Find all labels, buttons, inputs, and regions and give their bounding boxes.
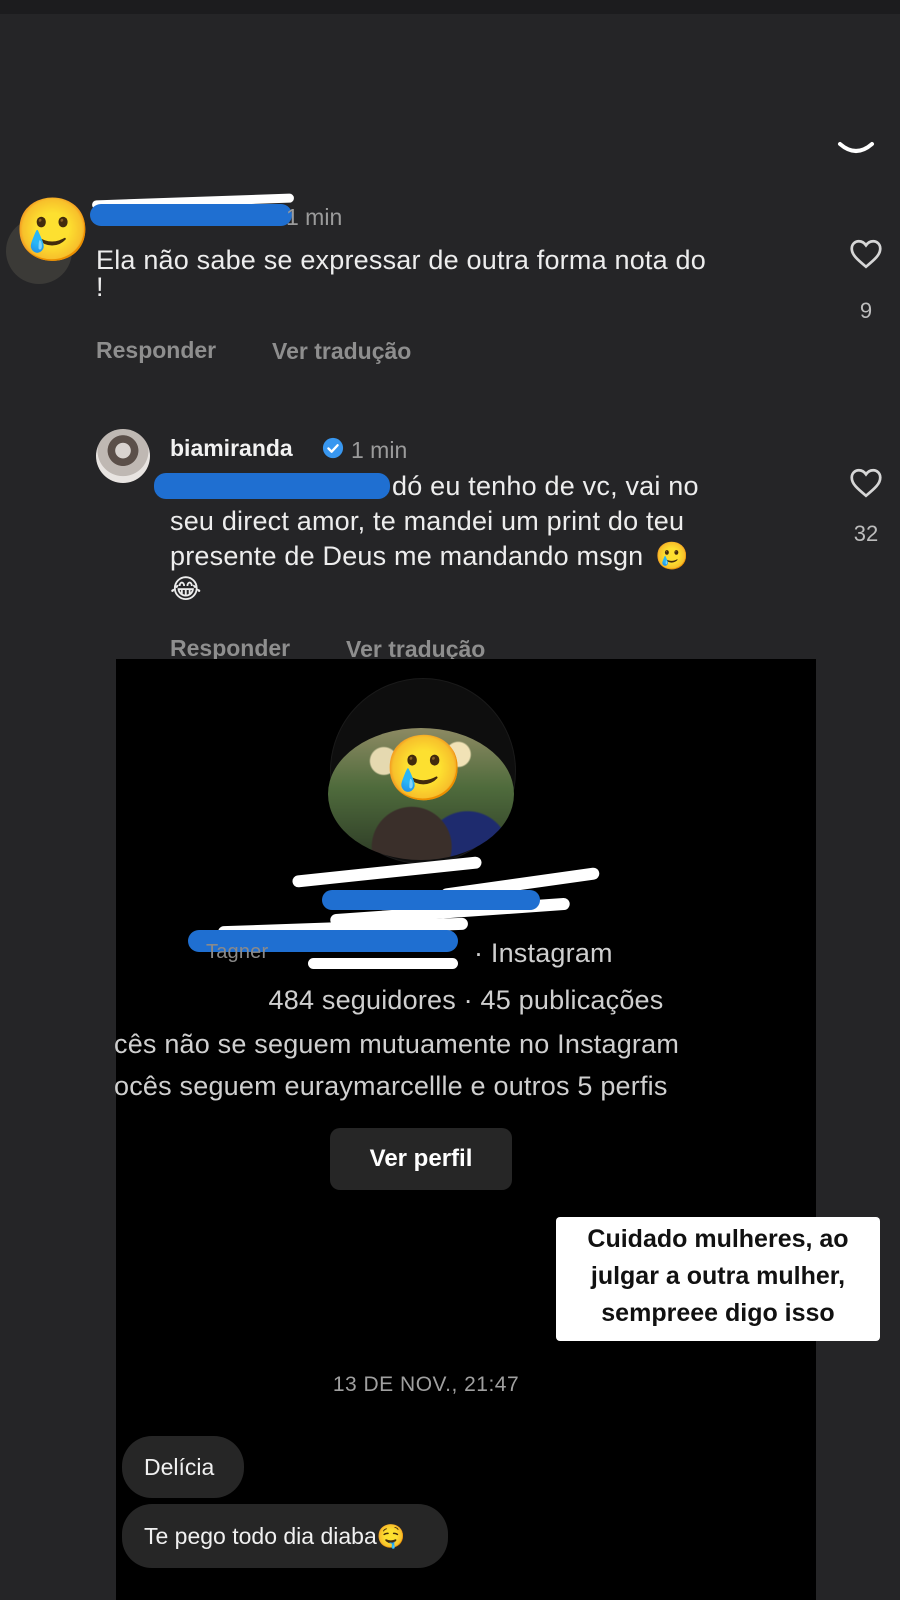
crying-smile-emoji: 🥲 [655, 541, 689, 571]
reply-text-line-3: presente de Deus me mandando msgn 🥲 [170, 540, 810, 573]
sticker-line: julgar a outra mulher, [590, 1262, 846, 1290]
reply-text-line: presente de Deus me mandando msgn [170, 541, 644, 571]
sticker-line: Cuidado mulheres, ao [587, 1225, 849, 1253]
redacted-username [90, 204, 292, 226]
message-bubble: Delícia [122, 1436, 244, 1498]
reply-button[interactable]: Responder [170, 635, 290, 662]
sticker-line: sempreee digo isso [601, 1299, 835, 1327]
comment-time: 1 min [351, 437, 408, 463]
heart-outline-icon[interactable] [848, 236, 884, 272]
laughing-emoji: 😂 [170, 574, 202, 604]
profile-stats: 484 seguidores · 45 publicações [268, 985, 664, 1015]
message-text: Te pego todo dia diaba🤤 [144, 1522, 406, 1549]
redacted-name [322, 890, 540, 910]
comment-text: Ela não sabe se expressar de outra forma… [96, 244, 816, 304]
message-timestamp: 13 DE NOV., 21:47 [332, 1373, 520, 1396]
username[interactable]: biamiranda [170, 435, 293, 462]
followed-by-text: ocês seguem euraymarcellle e outros 5 pe… [114, 1071, 668, 1101]
top-bar [0, 0, 900, 14]
reply-text: dó eu tenho de vc, vai no seu direct amo… [170, 470, 810, 606]
translate-button[interactable]: Ver tradução [272, 338, 411, 365]
reply-text-line: seu direct amor, te mandei um print do t… [170, 506, 685, 536]
mutual-follow-text: cês não se seguem mutuamente no Instagra… [114, 1029, 680, 1059]
like-count: 9 [859, 298, 873, 323]
instagram-label: · Instagram [474, 938, 613, 968]
heart-outline-icon[interactable] [848, 465, 884, 501]
emoji-sticker: 🥲 [14, 196, 92, 265]
biamiranda-avatar[interactable] [96, 429, 150, 483]
comment-time: 1 min [286, 204, 343, 230]
message-bubble: Te pego todo dia diaba🤤 [122, 1504, 448, 1568]
story-text-sticker: Cuidado mulheres, ao julgar a outra mulh… [556, 1217, 880, 1341]
like-count: 32 [853, 521, 879, 546]
view-profile-button[interactable]: Ver perfil [330, 1128, 512, 1190]
reply-button[interactable]: Responder [96, 337, 216, 364]
comment-1: 🥲 1 min Ela não sabe se expressar de out… [0, 180, 900, 370]
reply-text-line: dó eu tenho de vc, vai no [392, 471, 699, 501]
message-text: Delícia [144, 1453, 215, 1480]
comment-2: biamiranda 1 min dó eu tenho de vc, vai … [0, 425, 900, 665]
emoji-sticker: 🥲 [384, 732, 464, 804]
verified-badge-icon [322, 437, 344, 459]
chevron-down-icon[interactable] [836, 136, 876, 158]
redaction-scribble [308, 958, 458, 969]
partial-handle: Tagner [206, 941, 269, 963]
